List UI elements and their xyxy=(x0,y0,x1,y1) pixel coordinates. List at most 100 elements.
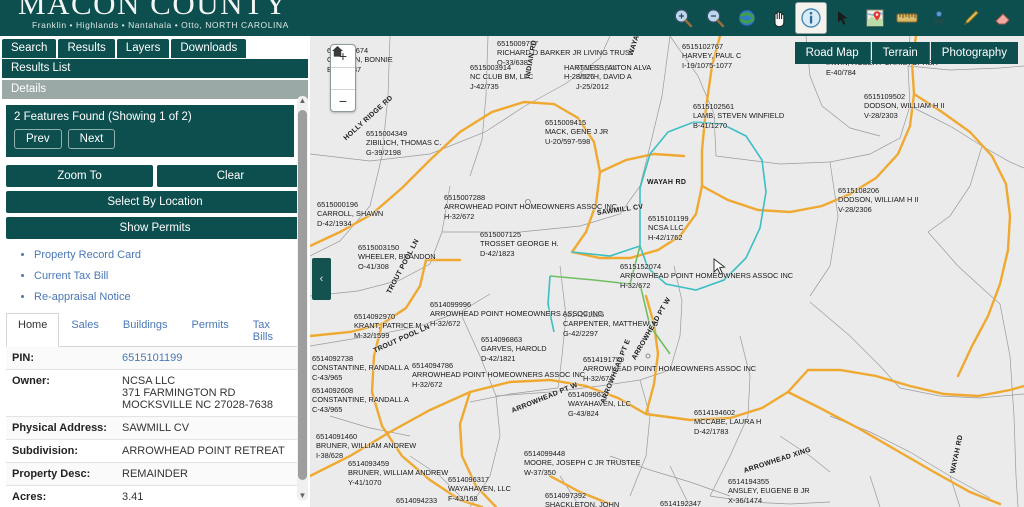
tab-search[interactable]: Search xyxy=(2,39,57,58)
parcel-label[interactable]: 6515009415 MACK, GENE J JR U-20/597-598 xyxy=(545,118,608,146)
table-row: Physical Address: SAWMILL CV xyxy=(6,416,298,440)
parcel-label[interactable]: 6515004349 ZIBILICH, THOMAS C. G-39/2198 xyxy=(366,129,441,157)
parcel-label[interactable]: 6515007125 TROSSET GEORGE H. D-42/1823 xyxy=(480,230,559,258)
globe-full-extent-icon[interactable] xyxy=(732,3,762,33)
parcel-label[interactable]: 6514192347 xyxy=(660,499,701,507)
detail-value: SAWMILL CV xyxy=(122,422,190,434)
zoom-in-icon[interactable] xyxy=(668,3,698,33)
detail-value[interactable]: 6515101199 xyxy=(116,347,298,370)
parcel-label[interactable]: 6514099996 ARROWHEAD POINT HOMEOWNERS ASS… xyxy=(430,300,603,328)
parcel-label[interactable]: 6514194355 ANSLEY, EUGENE B JR X-36/1474 xyxy=(728,477,810,505)
action-row-3: Show Permits xyxy=(6,217,304,239)
application-root: MACON COUNTY Franklin • Highlands • Nant… xyxy=(0,0,1024,507)
map-zoom-out-button[interactable]: − xyxy=(331,89,355,111)
tab-home[interactable]: Home xyxy=(6,313,60,347)
detail-key: Subdivision: xyxy=(12,445,78,457)
results-panel: Search Results Layers Downloads Results … xyxy=(0,36,310,507)
document-links: Property Record Card Current Tax Bill Re… xyxy=(22,249,310,303)
parcel-label-selected[interactable]: 6515101199 NCSA LLC H-42/1762 xyxy=(648,214,689,242)
parcel-label[interactable]: 6514094233WAYAHAVEN, LLC xyxy=(396,496,459,507)
basemap-road-map[interactable]: Road Map xyxy=(794,42,871,64)
link-current-tax-bill[interactable]: Current Tax Bill xyxy=(34,270,310,282)
details-header[interactable]: Details xyxy=(2,80,308,99)
parcel-label[interactable]: 6515102561 LAMB, STEVEN WINFIELD B-41/1270 xyxy=(693,102,784,130)
show-permits-button[interactable]: Show Permits xyxy=(6,217,304,239)
parcel-label[interactable]: 6515108206 DODSON, WILLIAM H II V-28/2306 xyxy=(838,186,919,214)
identify-info-icon[interactable] xyxy=(796,3,826,33)
parcel-label[interactable]: 6515000196 CARROLL, SHAWN D-42/1934 xyxy=(317,200,383,228)
prev-button[interactable]: Prev xyxy=(14,129,62,149)
action-buttons: Zoom To Clear Select By Location Show Pe… xyxy=(6,165,304,239)
detail-key: Owner: xyxy=(12,375,50,387)
measure-ruler-icon[interactable] xyxy=(892,3,922,33)
table-row: Acres: 3.41 xyxy=(6,486,298,507)
link-reappraisal-notice[interactable]: Re-appraisal Notice xyxy=(34,291,310,303)
tab-permits[interactable]: Permits xyxy=(180,313,241,347)
erase-eraser-icon[interactable] xyxy=(988,3,1018,33)
google-maps-pin-icon[interactable] xyxy=(860,3,890,33)
parcel-label[interactable]: 6514194602 MCCABE, LAURA H D-42/1783 xyxy=(694,408,761,436)
feature-nav-buttons: Prev Next xyxy=(14,129,286,149)
table-row: Subdivision: ARROWHEAD POINT RETREAT xyxy=(6,440,298,463)
home-icon[interactable] xyxy=(331,46,355,89)
map-toolbar: XY xyxy=(668,2,1018,34)
basemap-selector: Road Map Terrain Photography xyxy=(794,42,1018,64)
detail-key: Acres: xyxy=(12,491,47,503)
parcel-label[interactable]: 6515007288 ARROWHEAD POINT HOMEOWNERS ASS… xyxy=(444,193,617,221)
feature-count-text: 2 Features Found (Showing 1 of 2) xyxy=(14,111,192,123)
basemap-terrain[interactable]: Terrain xyxy=(871,42,930,64)
detail-tabs: Home Sales Buildings Permits Tax Bills xyxy=(6,312,304,347)
tab-sales[interactable]: Sales xyxy=(59,313,111,347)
zoom-out-icon[interactable] xyxy=(700,3,730,33)
panel-collapse-handle[interactable]: ‹ xyxy=(312,258,331,300)
table-row: PIN: 6515101199 xyxy=(6,347,298,370)
panel-tabs: Search Results Layers Downloads xyxy=(0,36,310,58)
select-pointer-icon[interactable] xyxy=(828,3,858,33)
tab-downloads[interactable]: Downloads xyxy=(171,39,247,58)
detail-value: 3.41 xyxy=(122,491,144,503)
parcel-label[interactable]: 6514099637 WAYAHAVEN, LLC G-43/824 xyxy=(568,390,631,418)
property-details-table: PIN: 6515101199 Owner: NCSA LLC 371 FARMINGT… xyxy=(6,347,298,507)
tab-tax-bills[interactable]: Tax Bills xyxy=(241,313,304,347)
parcel-label[interactable]: 6514093459 BRUNER, WILLIAM ANDREW Y-41/107… xyxy=(348,459,448,487)
detail-value: REMAINDER xyxy=(122,468,189,480)
parcel-label[interactable]: 6514091460 BRUNER, WILLIAM ANDREW I-38/628 xyxy=(316,432,416,460)
tab-layers[interactable]: Layers xyxy=(116,39,170,58)
brand-logo: MACON COUNTY Franklin • Highlands • Nant… xyxy=(18,0,289,30)
panel-scroll-thumb[interactable] xyxy=(298,110,307,480)
panel-scrollbar[interactable]: ▲ ▼ xyxy=(297,96,308,501)
draw-pencil-icon[interactable] xyxy=(956,3,986,33)
results-list-header[interactable]: Results List xyxy=(2,59,308,78)
parcel-label[interactable]: 6515152074 ARROWHEAD POINT HOMEOWNERS ASS… xyxy=(620,262,793,290)
detail-key: Physical Address: xyxy=(12,422,107,434)
table-row: Owner: NCSA LLC 371 FARMINGTON RD MOCKSVILL… xyxy=(6,370,298,417)
link-property-record-card[interactable]: Property Record Card xyxy=(34,249,310,261)
parcel-label[interactable]: 6514094786 ARROWHEAD POINT HOMEOWNERS ASS… xyxy=(412,361,585,389)
xy-coordinate-icon[interactable]: XY xyxy=(924,3,954,33)
parcel-label[interactable]: 6514096863 GARVES, HAROLD D-42/1821 xyxy=(481,335,547,363)
feature-navigation: 2 Features Found (Showing 1 of 2) Prev N… xyxy=(6,105,294,157)
parcel-label[interactable]: 6514099448 MOORE, JOSEPH C JR TRUSTEE W-37… xyxy=(524,449,641,477)
parcel-label[interactable]: 6515003150 WHEELER, BRANDON O-41/308 xyxy=(358,243,436,271)
map-canvas[interactable]: 6515002674GORDON, BONNIEB-39/17376515009… xyxy=(310,36,1024,507)
basemap-photography[interactable]: Photography xyxy=(930,42,1018,64)
parcel-label[interactable]: HARTNESS, ALTON ALVA H-28/526 xyxy=(564,63,651,82)
parcel-label[interactable]: 6514092738 CONSTANTINE, RANDALL A C-43/965 xyxy=(312,354,409,382)
clear-button[interactable]: Clear xyxy=(157,165,304,187)
tab-results[interactable]: Results xyxy=(58,39,115,58)
next-button[interactable]: Next xyxy=(67,129,116,149)
parcel-label[interactable]: 6515102767 HARVEY, PAUL C I-19/1075-1077 xyxy=(682,42,741,70)
parcel-label[interactable]: 6515109502 DODSON, WILLIAM H II V-28/2303 xyxy=(864,92,945,120)
parcel-label[interactable]: 6514097392 SHACKLETON, JOHN xyxy=(545,491,619,507)
scroll-up-arrow[interactable]: ▲ xyxy=(298,96,307,106)
brand-subtitle: Franklin • Highlands • Nantahala • Otto,… xyxy=(32,20,289,30)
action-row-2: Select By Location xyxy=(6,191,304,213)
svg-text:XY: XY xyxy=(934,18,945,27)
parcel-label[interactable]: 6514092608 CONSTANTINE, RANDALL A C-43/965 xyxy=(312,386,409,414)
scroll-down-arrow[interactable]: ▼ xyxy=(298,491,307,501)
zoom-control: + − xyxy=(330,44,356,112)
tab-buildings[interactable]: Buildings xyxy=(111,313,180,347)
pan-hand-icon[interactable] xyxy=(764,3,794,33)
select-by-location-button[interactable]: Select By Location xyxy=(6,191,304,213)
zoom-to-button[interactable]: Zoom To xyxy=(6,165,153,187)
